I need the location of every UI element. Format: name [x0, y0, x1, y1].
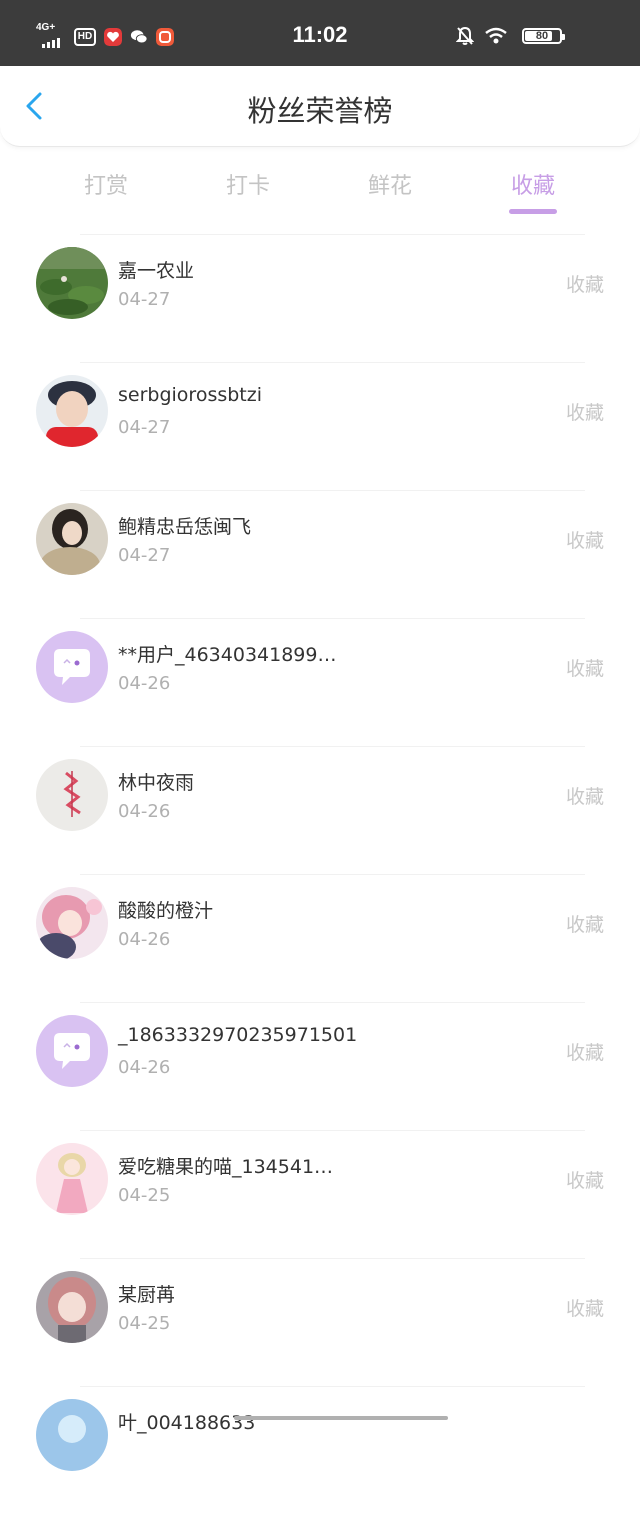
list-item[interactable]: _1863332970235971501 04-26 收藏 — [0, 1002, 640, 1130]
divider — [80, 746, 585, 747]
active-tab-indicator — [509, 209, 557, 214]
fan-date: 04-27 — [118, 545, 171, 566]
divider — [80, 490, 585, 491]
list-item[interactable]: serbgiorossbtzi 04-27 收藏 — [0, 362, 640, 490]
header-bar: 粉丝荣誉榜 — [0, 66, 640, 147]
list-item[interactable]: 某厨苒 04-25 收藏 — [0, 1258, 640, 1386]
tab-favorites[interactable]: 收藏 — [473, 168, 593, 200]
action-label: 收藏 — [565, 658, 604, 680]
divider — [80, 618, 585, 619]
default-avatar-icon — [36, 631, 108, 703]
fan-name: 林中夜雨 — [118, 772, 195, 794]
divider — [80, 1258, 585, 1259]
bell-muted-icon — [456, 26, 474, 45]
avatar — [36, 375, 108, 447]
action-label: 收藏 — [565, 402, 604, 424]
action-label: 收藏 — [565, 1042, 604, 1064]
battery-icon: 80 — [522, 28, 565, 44]
fan-name: 鲍精忠岳恁闽飞 — [118, 516, 252, 538]
avatar — [36, 887, 108, 959]
battery-level: 80 — [535, 30, 549, 42]
fan-name: 某厨苒 — [118, 1284, 176, 1306]
tab-flowers[interactable]: 鲜花 — [330, 168, 450, 200]
action-label: 收藏 — [565, 914, 604, 936]
fan-date: 04-27 — [118, 417, 171, 438]
action-label: 收藏 — [565, 1170, 604, 1192]
fan-name: 嘉一农业 — [118, 260, 195, 282]
page-title: 粉丝荣誉榜 — [247, 94, 393, 128]
fan-name: serbgiorossbtzi — [118, 384, 263, 406]
list-item[interactable]: 叶_004188633 — [0, 1386, 640, 1514]
status-bar: 4G+ HD 11:02 80 — [0, 0, 640, 66]
tab-tip[interactable]: 打赏 — [46, 168, 166, 200]
avatar — [36, 1399, 108, 1471]
fan-name: _1863332970235971501 — [118, 1024, 358, 1046]
list-item[interactable]: 嘉一农业 04-27 收藏 — [0, 234, 640, 362]
fan-name: 酸酸的橙汁 — [118, 900, 214, 922]
avatar — [36, 1143, 108, 1215]
status-icons-right — [456, 26, 508, 46]
fan-date: 04-26 — [118, 929, 171, 950]
list-item[interactable]: 酸酸的橙汁 04-26 收藏 — [0, 874, 640, 1002]
divider — [80, 1002, 585, 1003]
default-avatar-icon — [36, 1015, 108, 1087]
action-label: 收藏 — [565, 530, 604, 552]
divider — [80, 874, 585, 875]
wifi-icon — [485, 27, 507, 44]
avatar — [36, 759, 108, 831]
fan-date: 04-26 — [118, 1057, 171, 1078]
fan-date: 04-26 — [118, 673, 171, 694]
tab-bar: 打赏 打卡 鲜花 收藏 — [0, 146, 640, 236]
fan-name: 爱吃糖果的喵_134541… — [118, 1156, 334, 1178]
action-label: 收藏 — [565, 786, 604, 808]
list-item[interactable]: 爱吃糖果的喵_134541… 04-25 收藏 — [0, 1130, 640, 1258]
avatar — [36, 247, 108, 319]
tab-checkin[interactable]: 打卡 — [188, 168, 308, 200]
divider — [80, 362, 585, 363]
fan-date: 04-26 — [118, 801, 171, 822]
list-item[interactable]: 鲍精忠岳恁闽飞 04-27 收藏 — [0, 490, 640, 618]
list-item[interactable]: **用户_46340341899… 04-26 收藏 — [0, 618, 640, 746]
avatar — [36, 503, 108, 575]
fan-name: **用户_46340341899… — [118, 644, 337, 666]
divider — [80, 234, 585, 235]
divider — [80, 1386, 585, 1387]
list-item[interactable]: 林中夜雨 04-26 收藏 — [0, 746, 640, 874]
fan-date: 04-25 — [118, 1313, 171, 1334]
fan-date: 04-27 — [118, 289, 171, 310]
divider — [80, 1130, 585, 1131]
action-label: 收藏 — [565, 274, 604, 296]
avatar — [36, 1271, 108, 1343]
home-indicator[interactable] — [234, 1416, 448, 1420]
fan-date: 04-25 — [118, 1185, 171, 1206]
fan-list: 嘉一农业 04-27 收藏 serbgiorossbtzi 04-27 收藏 鲍… — [0, 234, 640, 1514]
action-label: 收藏 — [565, 1298, 604, 1320]
